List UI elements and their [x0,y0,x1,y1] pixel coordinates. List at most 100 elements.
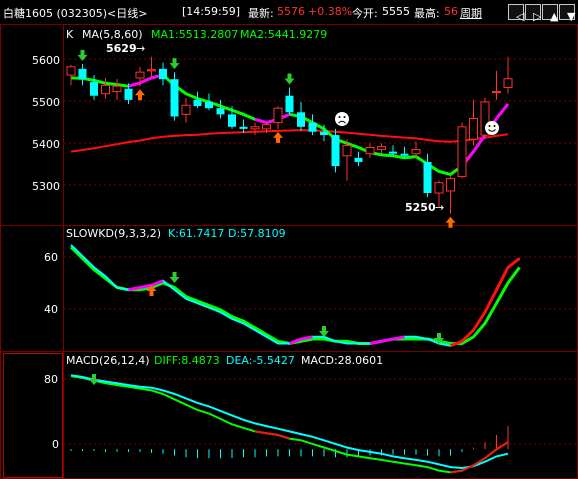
candle-body-down [124,88,133,100]
macd-y-ticks: 80 0 [44,373,59,451]
ma1-highlight-segment [128,73,164,88]
scroll-left-button[interactable]: ◁ [508,4,525,23]
candle-body-up [377,146,386,151]
weekly-link[interactable]: 周期 [460,5,482,21]
candle-body-up [342,144,352,157]
y-tick-label: 5400 [32,138,60,151]
sell-arrow-icon [169,58,180,70]
y-tick-label: 5300 [32,180,60,193]
macd-lines [70,374,509,474]
candle-body-up [112,85,122,93]
candle-body-down [297,112,305,127]
candle-body-down [308,122,317,132]
candle-body-up [273,107,283,124]
quote-header: 白糖1605 (032305) <日线> [14:59:59] 最新: 5576… [0,0,578,25]
candle-body-down [205,101,213,109]
macd-rising-segment [266,432,279,436]
symbol-label: 白糖1605 (032305) [3,7,108,20]
buy-arrow-icon [445,216,456,228]
candle-body-up [446,178,455,192]
signal-arrows [77,49,456,228]
smile-face-icon [485,121,499,135]
y-tick-label: 40 [44,303,58,316]
candle-body-up [469,118,478,140]
macd-params-label: MACD(26,12,4) [66,354,150,367]
candle-body-down [90,82,98,96]
open-value: 5555 [382,5,410,18]
high-annotation: 5629 [106,42,137,55]
candle-body-down [193,99,202,107]
macd-rising-segment [450,469,463,474]
macd-diff-value-label: DIFF:8.4873 [154,354,220,367]
low-annotation-arrow: → [435,201,444,214]
kd-lines [69,244,521,348]
frown-face-icon [335,112,349,126]
y-tick-label: 80 [44,373,58,386]
ma2-value-label: MA2:5441.9279 [240,28,327,41]
high-annotation-arrow: → [136,42,145,55]
y-tick-label: 5500 [32,96,60,109]
candle-body-down [159,68,167,80]
candle-body-down [78,68,87,80]
kd-rising-segment [381,337,394,343]
high-value: 56 [444,5,458,18]
candle-body-up [181,104,191,115]
candle-body-up [503,78,513,88]
candle-body-down [239,126,248,129]
kline-chart[interactable]: K MA(5,8,60) MA1:5513.2807 MA2:5441.9279… [0,24,578,479]
macd-value-label: MACD:28.0601 [301,354,383,367]
y-tick-label: 60 [44,251,58,264]
candle-body-up [135,71,145,79]
arrow-right-icon: ▷ [533,10,542,23]
candle-body-up [147,69,156,72]
y-tick-label: 5600 [32,54,60,67]
ma2-line [70,129,509,153]
kd-k-value-label: K:61.7417 [168,227,224,240]
macd-rising-segment [495,441,509,451]
macd-rising-segment [254,430,267,435]
scroll-right-button[interactable]: ▷ [525,4,542,23]
low-annotation: 5250 [405,201,436,214]
kd-signal-arrows [146,272,444,344]
change-percent: +0.38% [308,5,353,18]
arrow-up-icon: ▲ [550,10,559,23]
ma-params-label: MA(5,8,60) [82,28,143,41]
candle-body-up [101,84,110,95]
candle-body-down [170,79,179,117]
candle-body-down [216,108,225,115]
y-tick-label: 0 [52,438,59,451]
k-label: K [66,28,74,41]
main-y-ticks: 5600 5500 5400 5300 [32,54,60,193]
arrow-down-icon: ▼ [567,10,576,23]
candle-body-down [354,157,363,162]
time-label: [14:59:59] [182,5,240,18]
macd-dea-value-label: DEA:-5.5427 [226,354,295,367]
candle-body-up [250,126,260,130]
ma1-value-label: MA1:5513.2807 [151,28,238,41]
open-label: 今开: [352,7,378,20]
kd-params-label: SLOWKD(9,3,3,2) [66,227,161,240]
zoom-in-button[interactable]: ▲ [542,4,559,23]
candle-body-up [66,66,76,76]
macd-sell-arrow-icon [89,374,99,385]
candle-body-down [228,114,236,127]
arrow-left-icon: ◁ [516,10,525,23]
kd-rising-segment [449,339,463,348]
candle-body-down [331,135,340,167]
last-price-label: 最新: [248,7,274,20]
kd-d-value-label: D:57.8109 [228,227,286,240]
kd-sell-arrow-icon [169,272,180,283]
candle-body-down [400,153,409,156]
zoom-out-button[interactable]: ▼ [559,4,576,23]
kd-sell-arrow-icon [319,326,329,337]
sell-arrow-icon [284,73,295,85]
kd-rising-segment [369,339,382,345]
candle-body-up [492,91,501,94]
candle-body-down [285,95,294,113]
last-price-value: 5576 [277,5,305,18]
macd-rising-segment [277,434,290,440]
macd-diff-series [70,375,509,474]
candle-body-down [389,151,397,154]
period-label[interactable]: <日线> [107,5,147,21]
buy-arrow-icon [273,131,283,143]
